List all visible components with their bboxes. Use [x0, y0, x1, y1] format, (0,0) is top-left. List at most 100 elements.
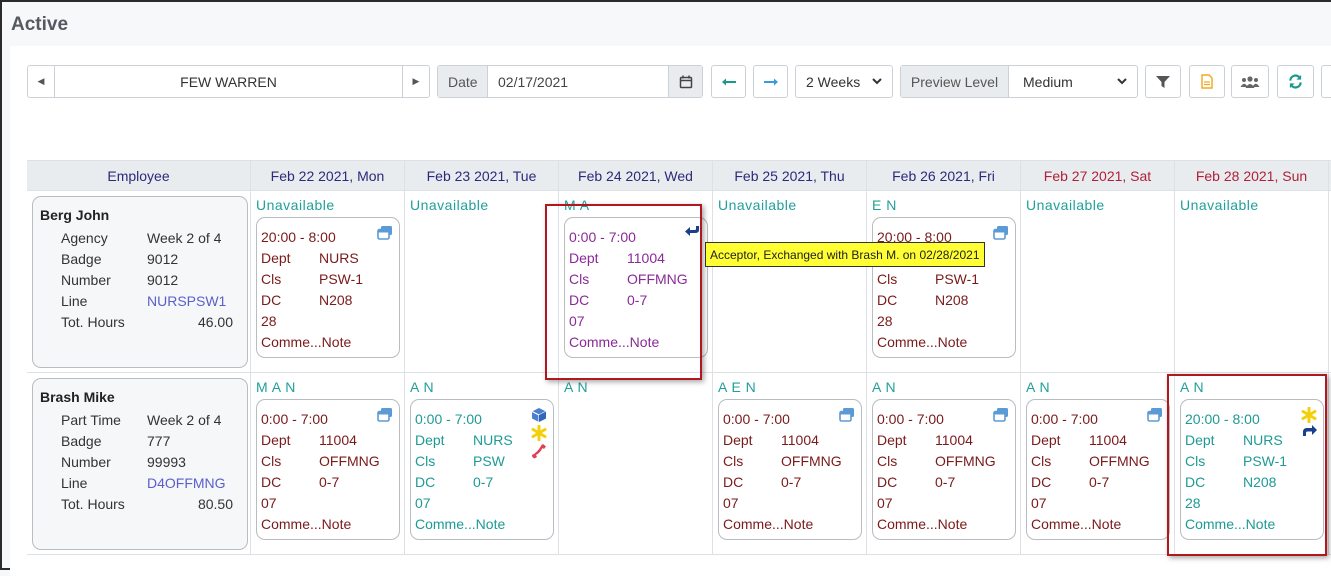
copy-shift-icon[interactable]	[993, 407, 1009, 422]
copy-shift-icon[interactable]	[377, 407, 393, 422]
shift-code: 07	[261, 494, 277, 511]
line-link[interactable]: D4OFFMNG	[147, 475, 233, 491]
shift-card[interactable]: 0:00 - 7:00 Dept NURS Cls PSW DC 0-7 07 Com…	[410, 399, 554, 540]
dc-label: DC	[1185, 473, 1206, 490]
line-link[interactable]: NURSPSW1	[147, 293, 233, 309]
dept-label: Dept	[415, 431, 445, 448]
more-button[interactable]	[1321, 65, 1331, 98]
availability-text: Unavailable	[1180, 197, 1259, 213]
hours-label: Tot. Hours	[61, 313, 125, 330]
number-value: 99993	[147, 453, 186, 470]
next-period-button[interactable]	[753, 65, 788, 98]
exchange-accept-icon[interactable]	[685, 225, 701, 237]
period-select[interactable]: 2 Weeks	[795, 65, 893, 98]
availability-text: A N	[564, 379, 589, 395]
class-value: OFFMNG	[1089, 452, 1150, 469]
availability-text: M A	[564, 197, 590, 213]
employee-card[interactable]: Berg John Agency Week 2 of 4 Badge 9012 Nu…	[32, 196, 248, 368]
schedule-grid: Employee Feb 22 2021, Mon Feb 23 2021, T…	[27, 160, 1331, 555]
day-header[interactable]: Feb 25 2021, Thu	[713, 161, 867, 190]
shift-card[interactable]: 20:00 - 8:00 DeptNURS ClsPSW-1 DCN208 28…	[872, 217, 1016, 358]
copy-shift-icon[interactable]	[993, 225, 1009, 240]
day-cell[interactable]: M A 0:00 - 7:00 Dept 11004 Cls OFFMNG DC 0-…	[559, 191, 713, 372]
page-title: Active	[11, 14, 69, 35]
period-value: 2 Weeks	[806, 73, 861, 90]
availability-text: Unavailable	[256, 197, 335, 213]
day-header[interactable]: Feb 24 2021, Wed	[559, 161, 713, 190]
dept-label: Dept	[1031, 431, 1061, 448]
employee-name[interactable]: FEW WARREN	[55, 66, 402, 97]
shift-card[interactable]: 20:00 - 8:00 DeptNURS ClsPSW-1 DCN208 28…	[256, 217, 400, 358]
dept-value: 11004	[935, 431, 973, 448]
shift-comment[interactable]: Comme...Note	[261, 513, 399, 534]
shift-card[interactable]: 0:00 - 7:00 Dept 11004 Cls OFFMNG DC 0-7 07…	[564, 217, 708, 358]
number-label: Number	[61, 453, 111, 470]
employee-card[interactable]: Brash Mike Part Time Week 2 of 4 Badge 777…	[32, 378, 248, 550]
class-label: Cls	[415, 452, 436, 469]
dept-label: Dept	[1185, 431, 1215, 448]
class-value: PSW-1	[319, 270, 364, 287]
dept-label: Dept	[261, 431, 291, 448]
shift-code: 28	[877, 312, 893, 329]
exchange-give-icon[interactable]	[1301, 425, 1317, 437]
day-header[interactable]: Feb 26 2021, Fri	[867, 161, 1021, 190]
day-header[interactable]: Feb 27 2021, Sat	[1021, 161, 1175, 190]
shift-icons	[685, 225, 701, 237]
shift-comment[interactable]: Comme...Note	[723, 513, 861, 534]
badge-label: Badge	[61, 250, 102, 267]
day-cell[interactable]: Unavailable	[405, 191, 559, 372]
previous-employee-button[interactable]: ◀	[28, 66, 55, 97]
day-cell[interactable]: M A N 0:00 - 7:00 Dept 11004 Cls OFFMNG DC…	[251, 373, 405, 554]
date-input[interactable]: 02/17/2021	[488, 66, 668, 97]
shift-comment[interactable]: Comme...Note	[1185, 513, 1323, 534]
dept-value: 11004	[781, 431, 819, 448]
day-cell[interactable]: Unavailable	[713, 191, 867, 372]
next-employee-button[interactable]: ▶	[402, 66, 429, 97]
shift-card[interactable]: 20:00 - 8:00 DeptNURS ClsPSW-1 DCN208 28…	[1180, 399, 1324, 540]
dept-value: 11004	[627, 249, 665, 266]
filter-button[interactable]	[1145, 65, 1181, 98]
day-cell[interactable]: A E N 0:00 - 7:00 Dept 11004 Cls OFFMNG DC…	[713, 373, 867, 554]
day-cell[interactable]: A N	[559, 373, 713, 554]
dc-value: N208	[935, 291, 969, 308]
day-cell[interactable]: A N 0:00 - 7:00 Dept 11004 Cls OFFMNG DC 0-…	[867, 373, 1021, 554]
badge-value: 777	[147, 432, 171, 449]
refresh-button[interactable]	[1277, 65, 1314, 98]
calendar-button[interactable]	[668, 66, 702, 97]
day-cell[interactable]: A N 20:00 - 8:00 Dept NURS Cls PSW-1 DC N20…	[1175, 373, 1329, 554]
day-header[interactable]: Feb 23 2021, Tue	[405, 161, 559, 190]
shift-comment[interactable]: Comme...Note	[1031, 513, 1169, 534]
shift-comment[interactable]: Comme...Note	[569, 331, 707, 352]
shift-card[interactable]: 0:00 - 7:00 Dept 11004 Cls OFFMNG DC 0-7 07…	[1026, 399, 1170, 540]
day-cell[interactable]: Unavailable 20:00 - 8:00 Dept NURS Cls PSW…	[251, 191, 405, 372]
preview-level-select[interactable]: Medium	[1009, 66, 1137, 97]
shift-comment[interactable]: Comme...Note	[261, 331, 399, 352]
day-cell[interactable]: A N 0:00 - 7:00 Dept 11004 Cls OFFMNG DC 0-…	[1021, 373, 1175, 554]
hours-label: Tot. Hours	[61, 495, 125, 512]
date-label: Date	[438, 66, 488, 97]
employees-button[interactable]	[1231, 65, 1269, 98]
day-header[interactable]: Feb 22 2021, Mon	[251, 161, 405, 190]
day-cell[interactable]: E N 20:00 - 8:00 DeptNURS ClsPSW-1 DCN20…	[867, 191, 1021, 372]
shift-icons	[377, 407, 393, 422]
day-header[interactable]: Feb 28 2021, Sun	[1175, 161, 1329, 190]
copy-shift-icon[interactable]	[377, 225, 393, 240]
availability-text: Unavailable	[410, 197, 489, 213]
shift-comment[interactable]: Comme...Note	[415, 513, 553, 534]
day-cell[interactable]: A N 0:00 - 7:00 Dept NURS Cls PSW DC 0-7 07…	[405, 373, 559, 554]
previous-period-button[interactable]	[711, 65, 746, 98]
copy-shift-icon[interactable]	[839, 407, 855, 422]
dc-value: 0-7	[1089, 473, 1110, 490]
shift-card[interactable]: 0:00 - 7:00 Dept 11004 Cls OFFMNG DC 0-7 07…	[718, 399, 862, 540]
day-cell[interactable]: Unavailable	[1175, 191, 1329, 372]
employee-row: Berg John Agency Week 2 of 4 Badge 9012 Nu…	[27, 191, 1331, 373]
class-value: PSW	[473, 452, 505, 469]
shift-comment[interactable]: Comme...Note	[877, 331, 1015, 352]
shift-card[interactable]: 0:00 - 7:00 Dept 11004 Cls OFFMNG DC 0-7 07…	[872, 399, 1016, 540]
dc-value: 0-7	[627, 291, 648, 308]
report-button[interactable]	[1189, 65, 1225, 98]
shift-card[interactable]: 0:00 - 7:00 Dept 11004 Cls OFFMNG DC 0-7 07…	[256, 399, 400, 540]
copy-shift-icon[interactable]	[1147, 407, 1163, 422]
shift-comment[interactable]: Comme...Note	[877, 513, 1015, 534]
day-cell[interactable]: Unavailable	[1021, 191, 1175, 372]
